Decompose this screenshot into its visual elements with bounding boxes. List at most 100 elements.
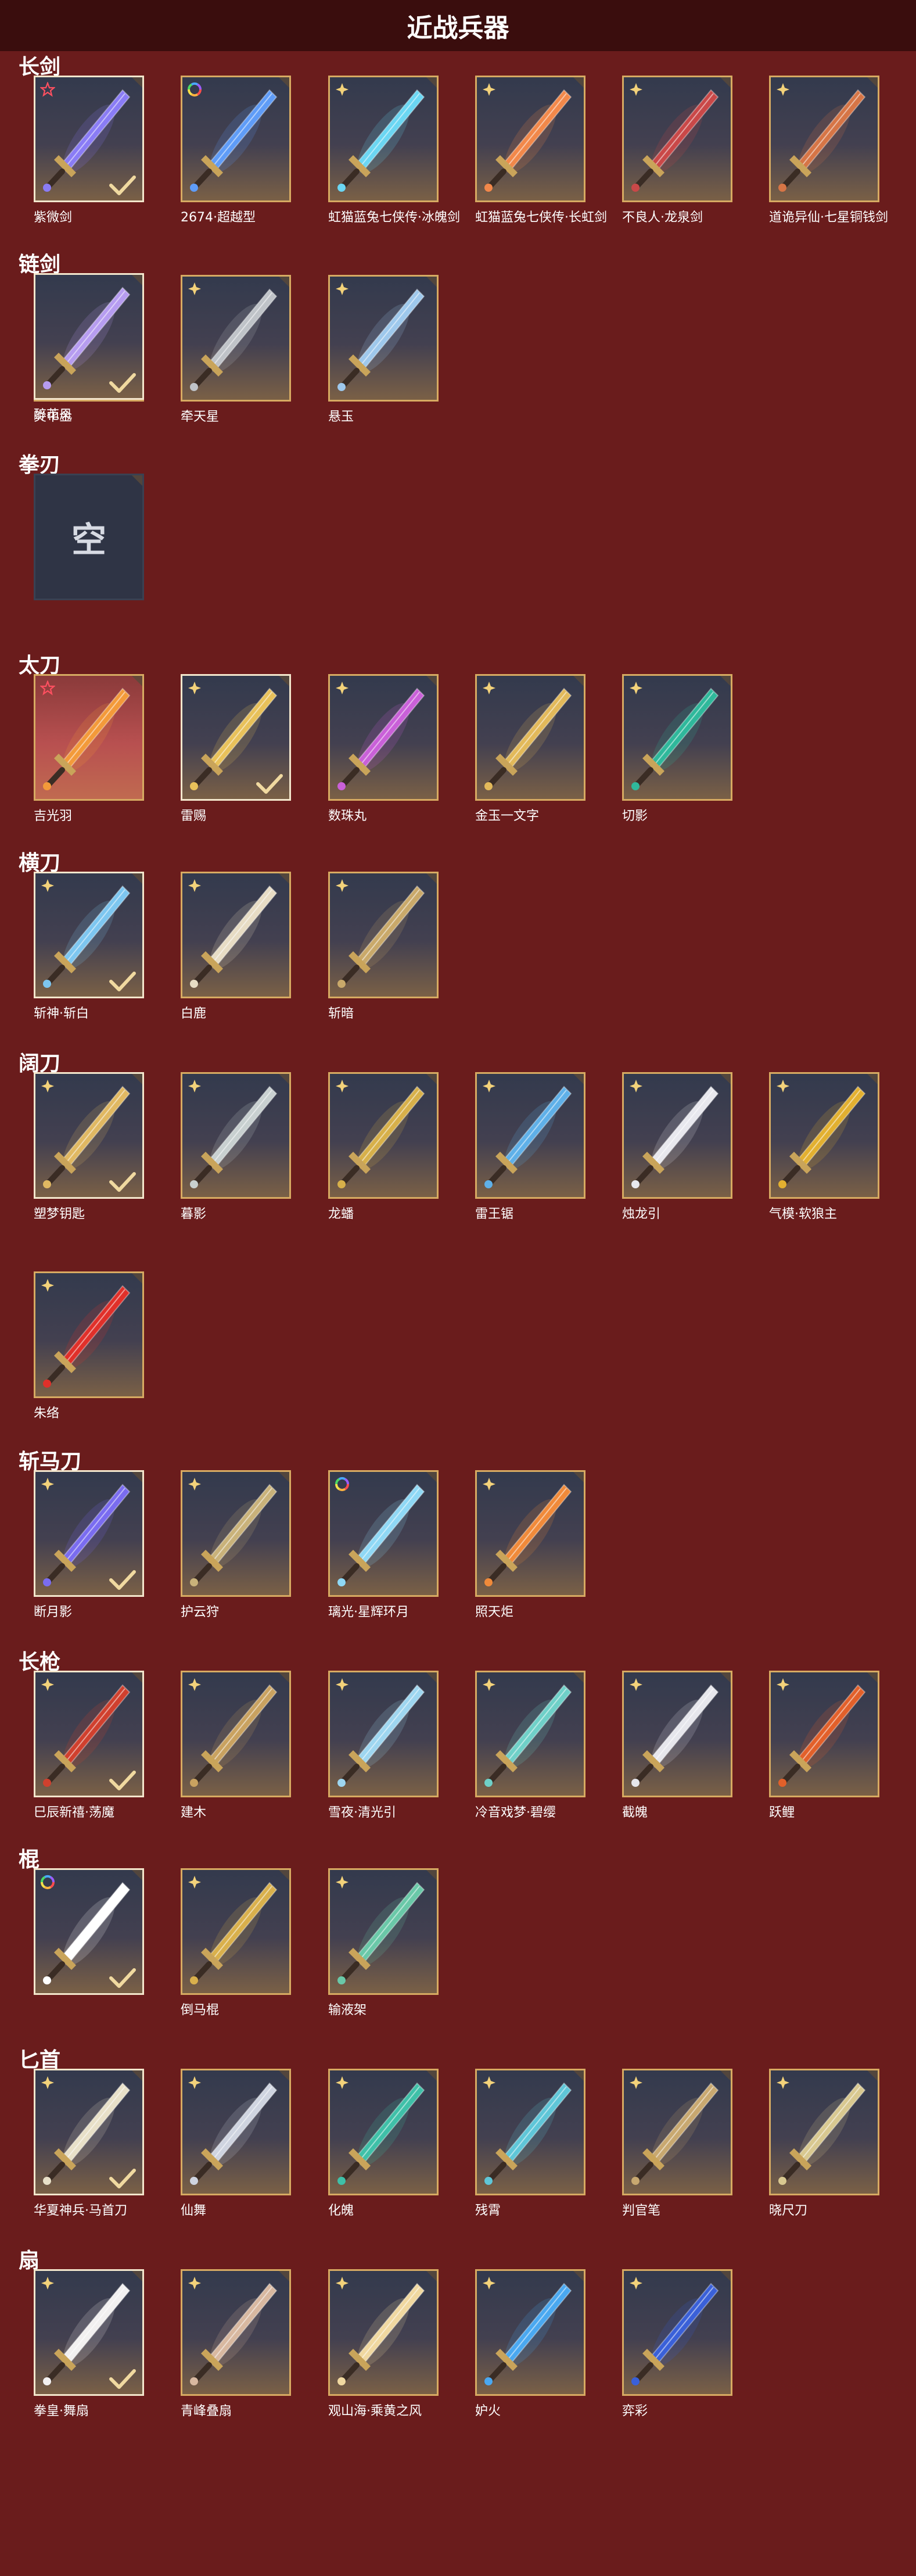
weapon-thumbnail[interactable] [34, 2269, 144, 2396]
weapon-card[interactable]: 金玉一文字 [475, 674, 585, 872]
weapon-thumbnail[interactable] [328, 1671, 439, 1797]
page-title: 近战兵器 [407, 13, 509, 43]
weapon-thumbnail[interactable] [622, 1671, 732, 1797]
weapon-thumbnail[interactable] [181, 2269, 291, 2396]
weapon-thumbnail[interactable] [622, 1072, 732, 1199]
weapon-thumbnail[interactable] [181, 1671, 291, 1797]
weapon-card[interactable]: 牵天星 [181, 275, 291, 472]
weapon-card[interactable]: 2674·超越型 [181, 76, 291, 273]
weapon-card[interactable]: 紫微剑 [34, 76, 144, 273]
weapon-card[interactable]: 判官笔 [622, 2069, 732, 2266]
weapon-card[interactable]: 醉花风 [34, 273, 144, 471]
weapon-card[interactable]: 断月影 [34, 1470, 144, 1668]
weapon-card[interactable]: 数珠丸 [328, 674, 439, 872]
weapon-thumbnail[interactable] [769, 1671, 879, 1797]
weapon-card[interactable]: 拳皇·舞扇 [34, 2269, 144, 2467]
weapon-card[interactable]: 吉光羽 [34, 674, 144, 872]
weapon-thumbnail[interactable] [34, 1271, 144, 1398]
weapon-thumbnail[interactable] [34, 1671, 144, 1797]
weapon-thumbnail[interactable] [34, 1072, 144, 1199]
equipped-check-icon [109, 1968, 136, 1988]
weapon-card[interactable]: 塑梦钥匙 [34, 1072, 144, 1270]
weapon-thumbnail[interactable] [328, 872, 439, 998]
weapon-card[interactable]: 跃鲤 [769, 1671, 879, 1868]
weapon-thumbnail[interactable] [328, 2269, 439, 2396]
weapon-thumbnail[interactable] [622, 2269, 732, 2396]
weapon-card[interactable]: 悬玉 [328, 275, 439, 472]
weapon-thumbnail[interactable] [181, 1868, 291, 1995]
weapon-thumbnail[interactable] [181, 76, 291, 202]
weapon-thumbnail[interactable] [181, 674, 291, 801]
weapon-card[interactable]: 雪夜·清光引 [328, 1671, 439, 1868]
weapon-thumbnail[interactable] [34, 76, 144, 202]
weapon-card[interactable]: 输液架 [328, 1868, 439, 2066]
weapon-thumbnail[interactable] [622, 2069, 732, 2195]
weapon-card[interactable]: 斩暗 [328, 872, 439, 1069]
weapon-thumbnail[interactable] [181, 1072, 291, 1199]
weapon-thumbnail[interactable] [328, 1072, 439, 1199]
weapon-thumbnail[interactable] [769, 1072, 879, 1199]
weapon-thumbnail[interactable] [475, 1470, 585, 1597]
weapon-card[interactable]: 雷赐 [181, 674, 291, 872]
weapon-card[interactable]: 冷音戏梦·碧缨 [475, 1671, 585, 1868]
weapon-thumbnail[interactable] [769, 76, 879, 202]
weapon-card[interactable]: 白鹿 [181, 872, 291, 1069]
weapon-thumbnail[interactable] [475, 1072, 585, 1199]
weapon-thumbnail[interactable] [181, 275, 291, 402]
weapon-card[interactable]: 晓尺刀 [769, 2069, 879, 2266]
weapon-thumbnail[interactable] [622, 674, 732, 801]
weapon-card[interactable]: 璃光·星辉环月 [328, 1470, 439, 1668]
weapon-card[interactable]: 护云狩 [181, 1470, 291, 1668]
weapon-card[interactable]: 烛龙引 [622, 1072, 732, 1270]
weapon-thumbnail[interactable] [328, 1470, 439, 1597]
weapon-card[interactable]: 化魄 [328, 2069, 439, 2266]
weapon-thumbnail[interactable] [769, 2069, 879, 2195]
weapon-thumbnail[interactable] [328, 2069, 439, 2195]
weapon-card[interactable]: 空 [34, 474, 144, 671]
weapon-card[interactable]: 弈彩 [622, 2269, 732, 2467]
weapon-card[interactable]: 华夏神兵·马首刀 [34, 2069, 144, 2266]
weapon-card[interactable]: 龙蟠 [328, 1072, 439, 1270]
weapon-card[interactable]: 残霄 [475, 2069, 585, 2266]
weapon-card[interactable]: 青峰叠扇 [181, 2269, 291, 2467]
weapon-thumbnail[interactable] [328, 1868, 439, 1995]
weapon-thumbnail[interactable] [475, 1671, 585, 1797]
weapon-card[interactable]: 朱络 [34, 1271, 144, 1469]
weapon-card[interactable]: 切影 [622, 674, 732, 872]
weapon-thumbnail[interactable] [475, 2069, 585, 2195]
weapon-thumbnail[interactable] [475, 2269, 585, 2396]
weapon-thumbnail[interactable] [328, 76, 439, 202]
weapon-card[interactable]: 倒马棍 [181, 1868, 291, 2066]
weapon-card[interactable]: 建木 [181, 1671, 291, 1868]
weapon-thumbnail[interactable] [181, 1470, 291, 1597]
weapon-thumbnail[interactable] [34, 1470, 144, 1597]
weapon-card[interactable]: 气模·软狼主 [769, 1072, 879, 1270]
weapon-card[interactable]: 截魄 [622, 1671, 732, 1868]
weapon-card[interactable]: 观山海·乘黄之风 [328, 2269, 439, 2467]
weapon-card[interactable]: 雷王锯 [475, 1072, 585, 1270]
weapon-thumbnail[interactable] [475, 674, 585, 801]
weapon-thumbnail[interactable] [34, 872, 144, 998]
weapon-card[interactable]: 不良人·龙泉剑 [622, 76, 732, 273]
weapon-card[interactable]: 虹猫蓝兔七侠传·冰魄剑 [328, 76, 460, 273]
weapon-thumbnail[interactable] [181, 872, 291, 998]
weapon-thumbnail[interactable] [328, 674, 439, 801]
weapon-card[interactable]: 妒火 [475, 2269, 585, 2467]
weapon-thumbnail[interactable] [328, 275, 439, 402]
weapon-card[interactable]: 巳辰新禧·荡魔 [34, 1671, 144, 1868]
weapon-thumbnail[interactable] [34, 2069, 144, 2195]
weapon-card[interactable]: 仙舞 [181, 2069, 291, 2266]
weapon-card[interactable]: 暮影 [181, 1072, 291, 1270]
weapon-thumbnail[interactable] [34, 1868, 144, 1995]
weapon-card[interactable]: 照天炬 [475, 1470, 585, 1668]
weapon-card[interactable]: 道诡异仙·七星铜钱剑 [769, 76, 888, 273]
weapon-thumbnail[interactable]: 空 [34, 474, 144, 600]
weapon-thumbnail[interactable] [475, 76, 585, 202]
weapon-card[interactable]: 斩神·斩白 [34, 872, 144, 1069]
weapon-thumbnail[interactable] [181, 2069, 291, 2195]
weapon-thumbnail[interactable] [34, 273, 144, 400]
weapon-card[interactable] [34, 1868, 144, 2066]
weapon-thumbnail[interactable] [622, 76, 732, 202]
weapon-thumbnail[interactable] [34, 674, 144, 801]
weapon-card[interactable]: 虹猫蓝兔七侠传·长虹剑 [475, 76, 607, 273]
